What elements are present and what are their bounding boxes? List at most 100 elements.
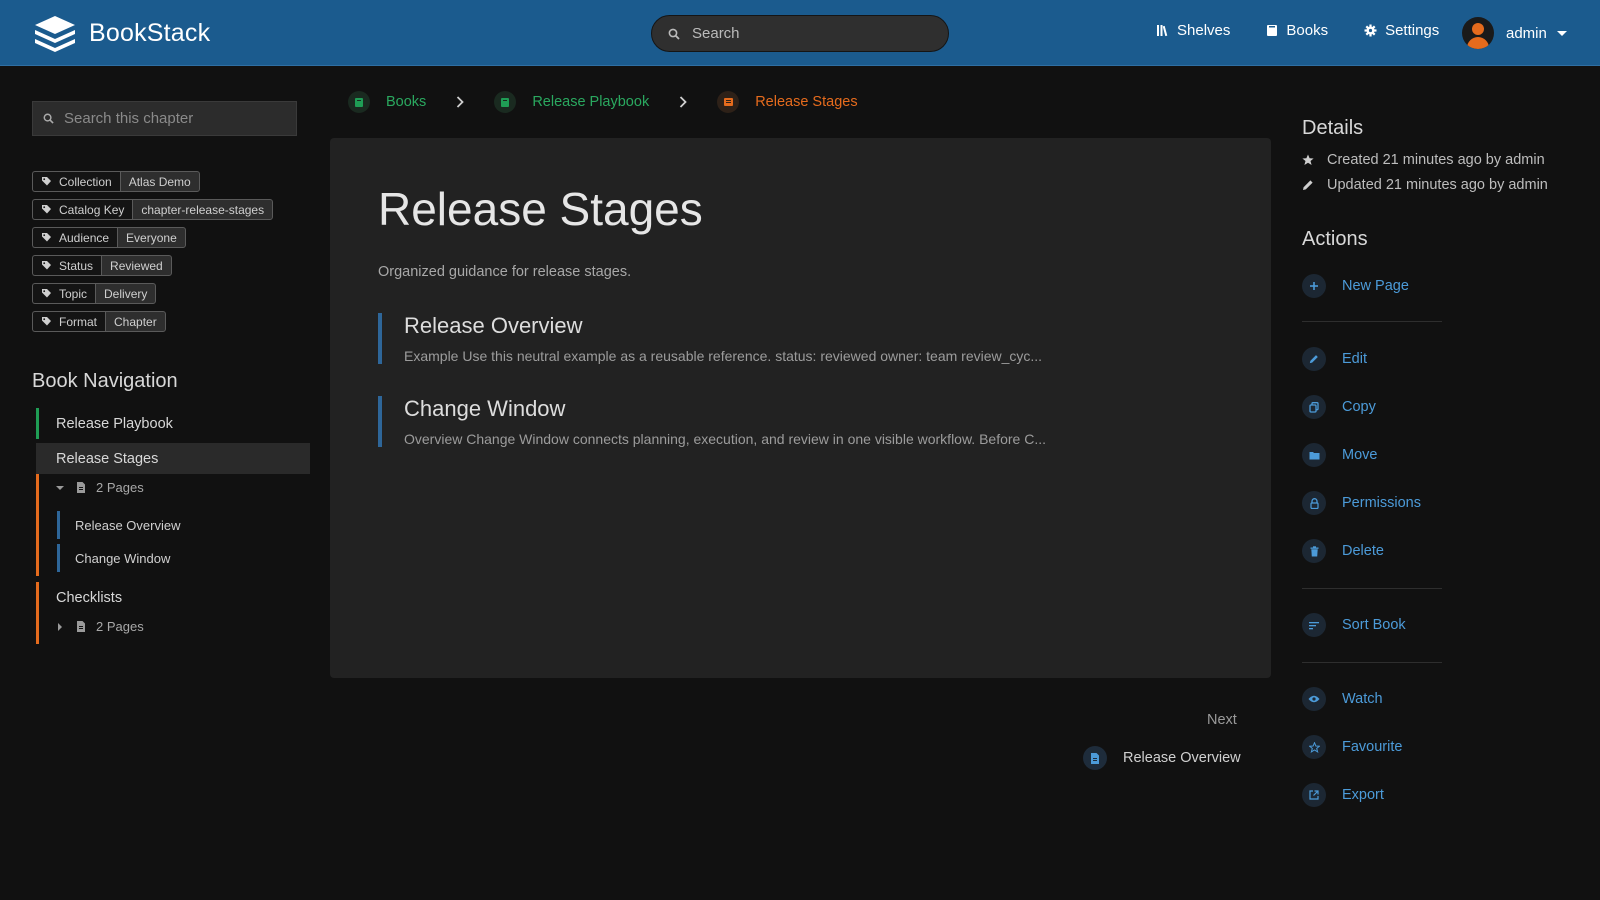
page-title: Release Stages <box>378 183 703 235</box>
gear-icon <box>1364 24 1377 37</box>
sort-icon <box>1302 613 1326 637</box>
star-icon <box>1302 154 1314 165</box>
folder-icon <box>1302 443 1326 467</box>
nav-books-link[interactable]: Books <box>1266 22 1328 39</box>
chapter-pages-toggle[interactable]: 2 Pages <box>56 619 144 634</box>
delete-action[interactable]: Delete <box>1302 539 1384 563</box>
chevron-down-icon <box>1556 30 1567 36</box>
tag-audience[interactable]: Audience Everyone <box>32 227 273 248</box>
app-logo[interactable]: BookStack <box>33 14 210 52</box>
tag-topic[interactable]: Topic Delivery <box>32 283 273 304</box>
tag-name-text: Audience <box>59 230 110 245</box>
nav-books-label: Books <box>1286 22 1329 39</box>
permissions-action[interactable]: Permissions <box>1302 491 1421 515</box>
top-header: BookStack Search Shelves Books Settings … <box>0 0 1600 66</box>
page-icon <box>1083 746 1107 770</box>
page-entry-title: Change Window <box>404 396 566 421</box>
star-outline-icon <box>1302 735 1326 759</box>
book-color-bar <box>36 408 39 439</box>
new-page-label: New Page <box>1342 278 1409 294</box>
user-name: admin <box>1506 24 1547 42</box>
nav-settings-label: Settings <box>1385 22 1440 39</box>
sort-book-label: Sort Book <box>1342 617 1406 633</box>
book-nav-page-change-window[interactable]: Change Window <box>57 544 287 572</box>
page-icon <box>77 621 85 632</box>
chapter-icon <box>717 91 740 113</box>
shelves-icon <box>1157 25 1168 37</box>
sort-book-action[interactable]: Sort Book <box>1302 613 1406 637</box>
watch-label: Watch <box>1342 691 1383 707</box>
tag-collection[interactable]: Collection Atlas Demo <box>32 171 273 192</box>
tag-list: Collection Atlas Demo Catalog Key chapte… <box>32 171 274 339</box>
breadcrumb-chapter[interactable]: Release Stages <box>717 91 858 113</box>
breadcrumb-books[interactable]: Books <box>348 91 426 113</box>
tag-format[interactable]: Format Chapter <box>32 311 273 332</box>
page-entry-excerpt: Overview Change Window connects planning… <box>404 431 1046 447</box>
breadcrumb: Books Release Playbook Release Stages <box>348 91 858 113</box>
book-icon <box>494 91 517 113</box>
new-page-action[interactable]: New Page <box>1302 274 1409 298</box>
permissions-label: Permissions <box>1342 495 1421 511</box>
created-text: Created 21 minutes ago by admin <box>1327 152 1545 168</box>
export-action[interactable]: Export <box>1302 783 1384 807</box>
tag-catalog-key[interactable]: Catalog Key chapter-release-stages <box>32 199 274 220</box>
tag-name-text: Collection <box>59 174 112 189</box>
breadcrumb-book-label: Release Playbook <box>532 94 650 110</box>
book-nav-page-label: Release Overview <box>75 517 181 533</box>
page-entry-excerpt: Example Use this neutral example as a re… <box>404 348 1043 364</box>
book-nav-other-chapter: Checklists 2 Pages <box>36 582 310 644</box>
page-entry-release-overview[interactable]: Release Overview Example Use this neutra… <box>378 313 1238 364</box>
tag-icon <box>42 317 51 326</box>
tag-name-text: Topic <box>59 286 88 301</box>
chapter-search-input[interactable]: Search this chapter <box>32 101 297 136</box>
app-name: BookStack <box>89 18 211 47</box>
move-action[interactable]: Move <box>1302 443 1377 467</box>
tag-name: Catalog Key <box>32 199 133 220</box>
book-nav-page-release-overview[interactable]: Release Overview <box>57 511 287 539</box>
breadcrumb-book[interactable]: Release Playbook <box>494 91 649 113</box>
user-menu-button[interactable]: admin <box>1462 17 1567 49</box>
avatar <box>1462 17 1494 49</box>
copy-action[interactable]: Copy <box>1302 395 1376 419</box>
export-icon <box>1302 783 1326 807</box>
chevron-right-icon <box>456 96 465 108</box>
page-color-bar <box>57 511 60 539</box>
breadcrumb-books-label: Books <box>386 94 427 110</box>
page-entry-change-window[interactable]: Change Window Overview Change Window con… <box>378 396 1238 447</box>
nav-shelves-link[interactable]: Shelves <box>1156 22 1230 39</box>
tag-value: Atlas Demo <box>119 171 200 192</box>
created-info: Created 21 minutes ago by admin <box>1302 152 1545 168</box>
chapter-pages-toggle[interactable]: 2 Pages <box>56 480 144 495</box>
favourite-action[interactable]: Favourite <box>1302 735 1402 759</box>
tag-name: Audience <box>32 227 118 248</box>
book-nav-chapter-checklists[interactable]: Checklists <box>36 582 310 613</box>
book-nav-page-label: Change Window <box>75 550 171 566</box>
book-navigation-heading: Book Navigation <box>32 370 178 392</box>
actions-heading: Actions <box>1302 228 1368 250</box>
edit-action[interactable]: Edit <box>1302 347 1367 371</box>
search-placeholder: Search <box>692 25 740 42</box>
caret-down-icon <box>56 485 64 490</box>
tag-name: Collection <box>32 171 120 192</box>
tag-name-text: Status <box>59 258 94 273</box>
global-search-input[interactable]: Search <box>651 15 949 52</box>
book-nav-chapter-label: Release Stages <box>56 450 159 467</box>
tag-name: Format <box>32 311 106 332</box>
book-nav-book[interactable]: Release Playbook <box>36 408 310 439</box>
trash-icon <box>1302 539 1326 563</box>
plus-icon <box>1302 274 1326 298</box>
tag-name: Topic <box>32 283 96 304</box>
books-icon <box>348 91 370 113</box>
tag-name-text: Format <box>59 314 98 329</box>
watch-action[interactable]: Watch <box>1302 687 1383 711</box>
book-nav-chapter-release-stages[interactable]: Release Stages <box>36 443 310 474</box>
tag-status[interactable]: Status Reviewed <box>32 255 273 276</box>
book-icon <box>1267 25 1278 36</box>
copy-icon <box>1302 395 1326 419</box>
tag-value: Chapter <box>105 311 166 332</box>
divider <box>1302 321 1442 322</box>
nav-settings-link[interactable]: Settings <box>1364 22 1439 39</box>
favourite-label: Favourite <box>1342 739 1403 755</box>
next-page-link[interactable]: Release Overview <box>1083 746 1241 770</box>
move-label: Move <box>1342 447 1378 463</box>
